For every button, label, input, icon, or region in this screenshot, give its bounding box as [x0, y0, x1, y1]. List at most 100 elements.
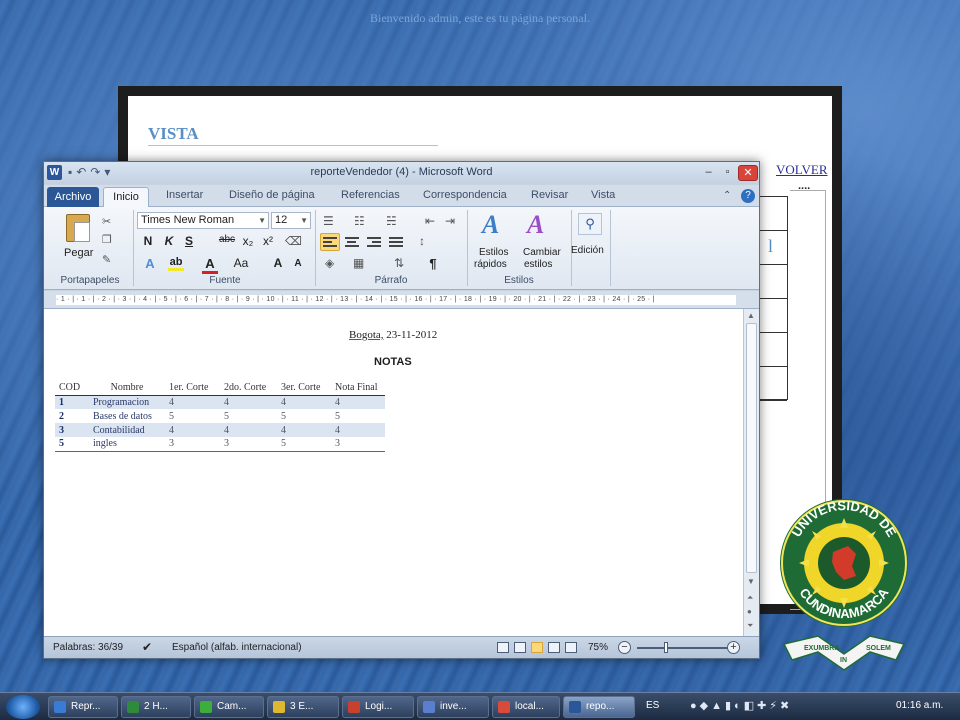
taskbar-item[interactable]: Logi...: [342, 696, 414, 718]
sort-icon[interactable]: ⇅: [394, 256, 404, 270]
scroll-down-icon[interactable]: ▼: [747, 577, 755, 586]
draft-view-icon[interactable]: [565, 642, 577, 653]
show-marks-button[interactable]: ¶: [425, 256, 441, 271]
numbering-icon[interactable]: ☷: [354, 214, 365, 228]
change-styles-label-2[interactable]: estilos: [524, 259, 552, 270]
university-logo: UNIVERSIDAD DE CUNDINAMARCA EXUMBRA IN S…: [780, 498, 908, 671]
table-cell: 3: [55, 423, 89, 437]
start-button[interactable]: [6, 695, 40, 719]
quick-styles-label-2[interactable]: rápidos: [474, 259, 507, 270]
chevron-down-icon[interactable]: ▼: [300, 213, 308, 228]
scroll-up-icon[interactable]: ▲: [747, 311, 755, 320]
zoom-out-icon[interactable]: −: [618, 641, 631, 654]
taskbar-item[interactable]: local...: [492, 696, 560, 718]
browse-object-icon[interactable]: ●: [747, 607, 752, 616]
change-styles-icon[interactable]: A: [527, 210, 544, 240]
tab-references[interactable]: Referencias: [341, 189, 400, 201]
binoculars-icon[interactable]: ⚲: [578, 213, 602, 235]
paste-button[interactable]: Pegar: [64, 247, 93, 259]
app-icon: [348, 701, 360, 713]
cut-icon[interactable]: ✂: [102, 215, 111, 228]
welcome-text: Bienvenido admin, este es tu página pers…: [370, 11, 590, 25]
zoom-in-icon[interactable]: +: [727, 641, 740, 654]
multilevel-list-icon[interactable]: ☵: [386, 214, 397, 228]
font-name-combo[interactable]: Times New Roman ▼: [137, 212, 269, 229]
shading-icon[interactable]: ◈: [325, 256, 334, 270]
line-spacing-icon[interactable]: ↕: [419, 234, 425, 248]
tab-home[interactable]: Inicio: [103, 187, 149, 208]
system-tray-icons[interactable]: ●◆▲▮◐◧✚⚡✖: [690, 699, 792, 712]
borders-icon[interactable]: ▦: [353, 256, 364, 270]
clear-formatting-icon[interactable]: ⌫: [285, 234, 302, 248]
font-size-combo[interactable]: 12 ▼: [271, 212, 311, 229]
volver-link[interactable]: VOLVER: [776, 162, 828, 178]
highlight-icon[interactable]: ab: [168, 256, 184, 271]
strikethrough-button[interactable]: abc: [216, 234, 238, 245]
proofing-icon[interactable]: ✔: [142, 640, 152, 654]
align-right-icon[interactable]: [367, 237, 381, 249]
tab-view[interactable]: Vista: [591, 189, 615, 201]
help-icon[interactable]: ?: [741, 189, 755, 203]
underline-button[interactable]: S: [181, 234, 197, 248]
tab-page-design[interactable]: Diseño de página: [229, 189, 315, 201]
vertical-scrollbar[interactable]: ▲ ▼ ⏶ ● ⏷: [743, 309, 759, 636]
superscript-button[interactable]: x²: [260, 234, 276, 248]
minimize-button[interactable]: –: [700, 166, 717, 180]
outline-view-icon[interactable]: [548, 642, 560, 653]
copy-icon[interactable]: ❐: [102, 233, 112, 246]
taskbar-item[interactable]: inve...: [417, 696, 489, 718]
document-page[interactable]: Bogota, 23-11-2012 NOTAS COD Nombre 1er.…: [44, 309, 743, 636]
close-button[interactable]: ✕: [738, 165, 758, 181]
justify-icon[interactable]: [389, 237, 403, 249]
taskbar-item[interactable]: 3 E...: [267, 696, 339, 718]
taskbar-item[interactable]: 2 H...: [121, 696, 191, 718]
zoom-slider-thumb[interactable]: [664, 642, 668, 653]
zoom-slider[interactable]: [637, 647, 729, 649]
shrink-font-button[interactable]: A: [290, 258, 306, 269]
language-indicator[interactable]: ES: [646, 700, 659, 711]
scrollbar-thumb[interactable]: [746, 323, 757, 573]
tab-mailings[interactable]: Correspondencia: [423, 189, 507, 201]
language-status[interactable]: Español (alfab. internacional): [172, 642, 302, 653]
taskbar-item[interactable]: Cam...: [194, 696, 264, 718]
clock[interactable]: 01:16 a.m.: [896, 700, 943, 711]
italic-button[interactable]: K: [161, 234, 177, 248]
tab-review[interactable]: Revisar: [531, 189, 568, 201]
table-header-row: COD Nombre 1er. Corte 2do. Corte 3er. Co…: [55, 381, 385, 396]
decrease-indent-icon[interactable]: ⇤: [425, 214, 435, 228]
previous-page-icon[interactable]: ⏶: [747, 593, 753, 603]
horizontal-ruler[interactable]: · 1 · | · 1 · | · 2 · | · 3 · | · 4 · | …: [44, 291, 759, 309]
taskbar-item-active[interactable]: repo...: [563, 696, 635, 718]
align-center-icon[interactable]: [345, 237, 359, 249]
paste-icon[interactable]: [66, 214, 90, 242]
word-titlebar[interactable]: W ▪↶↷▾ reporteVendedor (4) - Microsoft W…: [44, 162, 759, 184]
text-effects-icon[interactable]: A: [142, 256, 158, 271]
align-left-icon: [323, 237, 337, 249]
font-color-icon[interactable]: A: [202, 256, 218, 274]
table-header-cell: 3er. Corte: [277, 381, 331, 396]
collapse-ribbon-icon[interactable]: ⌃: [723, 190, 731, 201]
chevron-down-icon[interactable]: ▼: [258, 213, 266, 228]
zoom-level[interactable]: 75%: [588, 642, 608, 653]
bullets-icon[interactable]: ☰: [323, 214, 334, 228]
change-styles-label[interactable]: Cambiar: [523, 247, 561, 258]
print-layout-icon[interactable]: [497, 642, 509, 653]
change-case-button[interactable]: Aa: [230, 256, 252, 270]
subscript-button[interactable]: x₂: [240, 234, 256, 248]
taskbar-item[interactable]: Repr...: [48, 696, 118, 718]
quick-styles-icon[interactable]: A: [482, 210, 499, 240]
bold-button[interactable]: N: [140, 234, 156, 248]
editing-button[interactable]: Edición: [571, 245, 604, 256]
full-screen-reading-icon[interactable]: [514, 642, 526, 653]
maximize-button[interactable]: ▫: [719, 166, 736, 180]
web-layout-icon[interactable]: [531, 642, 543, 653]
tab-file[interactable]: Archivo: [47, 187, 99, 207]
quick-styles-label[interactable]: Estilos: [479, 247, 508, 258]
next-page-icon[interactable]: ⏷: [747, 621, 753, 631]
grow-font-button[interactable]: A: [270, 256, 286, 270]
word-count[interactable]: Palabras: 36/39: [53, 642, 123, 653]
tab-insert[interactable]: Insertar: [166, 189, 203, 201]
document-date-line: Bogota, 23-11-2012: [349, 329, 437, 341]
increase-indent-icon[interactable]: ⇥: [445, 214, 455, 228]
format-painter-icon[interactable]: ✎: [102, 253, 111, 266]
